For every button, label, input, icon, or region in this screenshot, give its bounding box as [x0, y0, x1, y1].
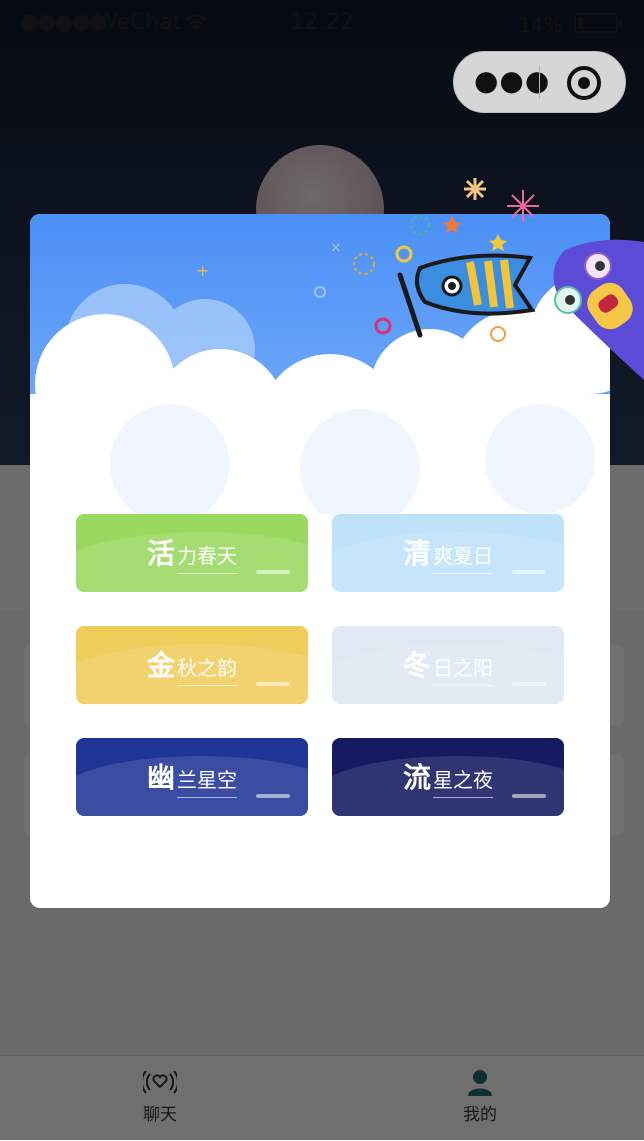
modal-header-sky	[30, 214, 610, 514]
battery-icon	[574, 13, 622, 33]
status-bar: ●●●●● WeChat 12:22 14%	[0, 0, 644, 48]
theme-first-char: 清	[402, 537, 431, 570]
theme-button-spring[interactable]: 活力春天	[76, 514, 308, 592]
button-underline	[256, 682, 290, 686]
button-underline	[256, 794, 290, 798]
button-underline	[512, 794, 546, 798]
theme-first-char: 金	[146, 649, 175, 682]
theme-button-summer[interactable]: 清爽夏日	[332, 514, 564, 592]
clouds-illustration	[30, 274, 610, 514]
theme-first-char: 流	[402, 761, 431, 794]
theme-rest-text: 力春天	[177, 540, 237, 574]
button-underline	[256, 570, 290, 574]
button-underline	[512, 570, 546, 574]
theme-first-char: 活	[146, 537, 175, 570]
theme-picker-modal: 活力春天 清爽夏日 金秋之韵 冬日之阳 幽兰星空 流星之夜	[30, 214, 610, 908]
theme-rest-text: 日之阳	[433, 652, 493, 686]
theme-button-orchid-sky[interactable]: 幽兰星空	[76, 738, 308, 816]
battery-percent: 14%	[518, 13, 563, 37]
theme-rest-text: 星之夜	[433, 764, 493, 798]
theme-button-meteor-night[interactable]: 流星之夜	[332, 738, 564, 816]
theme-rest-text: 秋之韵	[177, 652, 237, 686]
theme-button-autumn[interactable]: 金秋之韵	[76, 626, 308, 704]
target-close-icon[interactable]	[567, 66, 601, 100]
theme-first-char: 冬	[402, 649, 431, 682]
theme-rest-text: 兰星空	[177, 764, 237, 798]
theme-first-char: 幽	[146, 761, 175, 794]
theme-rest-text: 爽夏日	[433, 540, 493, 574]
battery-fill	[578, 17, 583, 29]
theme-button-winter[interactable]: 冬日之阳	[332, 626, 564, 704]
mini-program-capsule: ●●●	[453, 51, 626, 113]
button-underline	[512, 682, 546, 686]
capsule-divider	[539, 65, 540, 99]
